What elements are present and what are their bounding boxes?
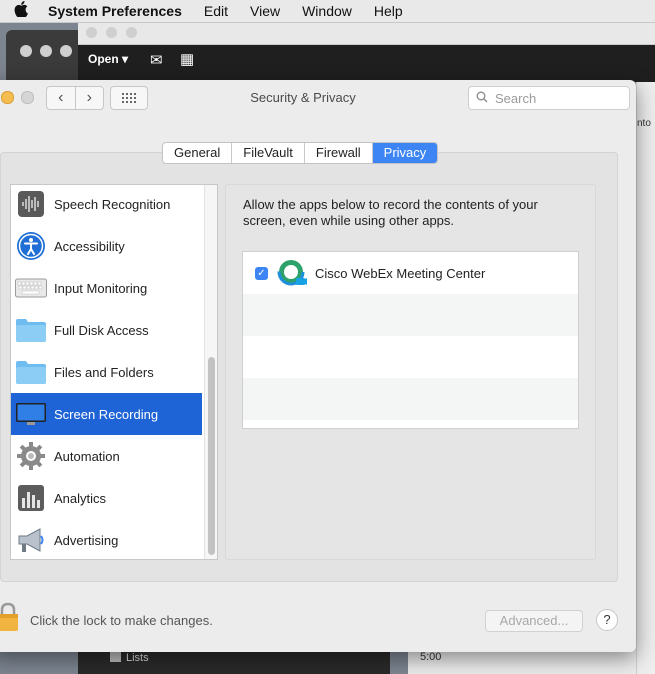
list-item-label: Analytics [54, 490, 107, 506]
gear-icon [15, 440, 47, 472]
lists-label: Lists [126, 652, 149, 664]
app-name: Cisco WebEx Meeting Center [315, 265, 486, 281]
tab-general[interactable]: General [163, 143, 233, 163]
waveform-icon [15, 188, 47, 220]
panel-description: Allow the apps below to record the conte… [243, 197, 538, 228]
app-checkbox[interactable]: ✓ [255, 266, 268, 280]
traffic-light-icon [106, 27, 117, 38]
app-list: ✓ Cisco WebEx Meeting Center [242, 251, 579, 429]
list-item-label: Speech Recognition [54, 196, 171, 212]
menu-bar: System Preferences Edit View Window Help [0, 0, 655, 23]
list-item-automation[interactable]: Automation [11, 435, 202, 477]
list-item-files-and-folders[interactable]: Files and Folders [11, 351, 202, 393]
menu-app-name[interactable]: System Preferences [48, 3, 182, 19]
background-titlebar [78, 22, 655, 45]
list-item-speech-recognition[interactable]: Speech Recognition [11, 185, 202, 225]
lock-hint: Click the lock to make changes. [30, 613, 213, 628]
menu-window[interactable]: Window [302, 3, 352, 19]
list-item-label: Input Monitoring [54, 280, 148, 296]
list-item-accessibility[interactable]: Accessibility [11, 225, 202, 267]
bar-chart-icon [15, 482, 47, 514]
list-scrollbar[interactable] [204, 185, 217, 559]
accessibility-icon [15, 230, 47, 262]
empty-row [243, 378, 578, 420]
background-window-mail: Open ▾ ✉ ▦ [78, 22, 655, 82]
traffic-light-icon [126, 27, 137, 38]
traffic-light-icon [20, 45, 32, 57]
list-item-label: Accessibility [54, 238, 125, 254]
advanced-button[interactable]: Advanced... [485, 610, 583, 632]
traffic-light-icon [60, 45, 72, 57]
search-icon [476, 91, 488, 106]
list-item-advertising[interactable]: Advertising [11, 519, 202, 559]
screen-recording-panel: Allow the apps below to record the conte… [225, 184, 596, 560]
tab-firewall[interactable]: Firewall [305, 143, 373, 163]
folder-icon [15, 314, 47, 346]
search-field[interactable] [468, 86, 630, 110]
list-item-analytics[interactable]: Analytics [11, 477, 202, 519]
menu-help[interactable]: Help [374, 3, 403, 19]
background-text: nto [637, 118, 651, 129]
menu-edit[interactable]: Edit [204, 3, 228, 19]
tab-privacy[interactable]: Privacy [372, 143, 438, 163]
list-item-label: Files and Folders [54, 364, 154, 380]
list-item-label: Screen Recording [54, 406, 159, 422]
list-item-full-disk-access[interactable]: Full Disk Access [11, 309, 202, 351]
traffic-light-icon [86, 27, 97, 38]
window-toolbar: ‹ › Security & Privacy [0, 80, 636, 116]
megaphone-icon [15, 524, 47, 556]
list-item-label: Advertising [54, 532, 119, 548]
time-label: 5:00 [420, 651, 442, 663]
calendar-icon[interactable]: ▦ [180, 50, 194, 68]
envelope-icon[interactable]: ✉ [150, 51, 163, 69]
help-button[interactable]: ? [596, 609, 618, 631]
security-privacy-window: ‹ › Security & Privacy General FileVault… [0, 80, 636, 652]
traffic-light-icon [40, 45, 52, 57]
list-item[interactable]: ✓ Cisco WebEx Meeting Center [243, 252, 578, 294]
privacy-category-list: Speech Recognition Accessibility Input M… [10, 184, 218, 560]
list-item-label: Full Disk Access [54, 322, 149, 338]
list-item-screen-recording[interactable]: Screen Recording [11, 393, 202, 435]
list-icon [110, 651, 121, 662]
tab-bar: General FileVault Firewall Privacy [162, 142, 439, 164]
open-label: Open [88, 52, 119, 66]
background-window-right: nto [636, 82, 655, 674]
empty-row [243, 294, 578, 336]
display-icon [15, 398, 47, 430]
open-button[interactable]: Open ▾ [88, 52, 128, 66]
menu-view[interactable]: View [250, 3, 280, 19]
lock-icon[interactable] [0, 602, 18, 632]
webex-icon [277, 258, 307, 288]
search-input[interactable] [493, 89, 617, 107]
scrollbar-thumb[interactable] [208, 357, 215, 555]
apple-icon[interactable] [14, 1, 30, 21]
keyboard-icon [15, 272, 47, 304]
empty-row [243, 336, 578, 378]
list-item-label: Automation [54, 448, 120, 464]
folder-icon [15, 356, 47, 388]
list-item-input-monitoring[interactable]: Input Monitoring [11, 267, 202, 309]
tab-filevault[interactable]: FileVault [232, 143, 305, 163]
